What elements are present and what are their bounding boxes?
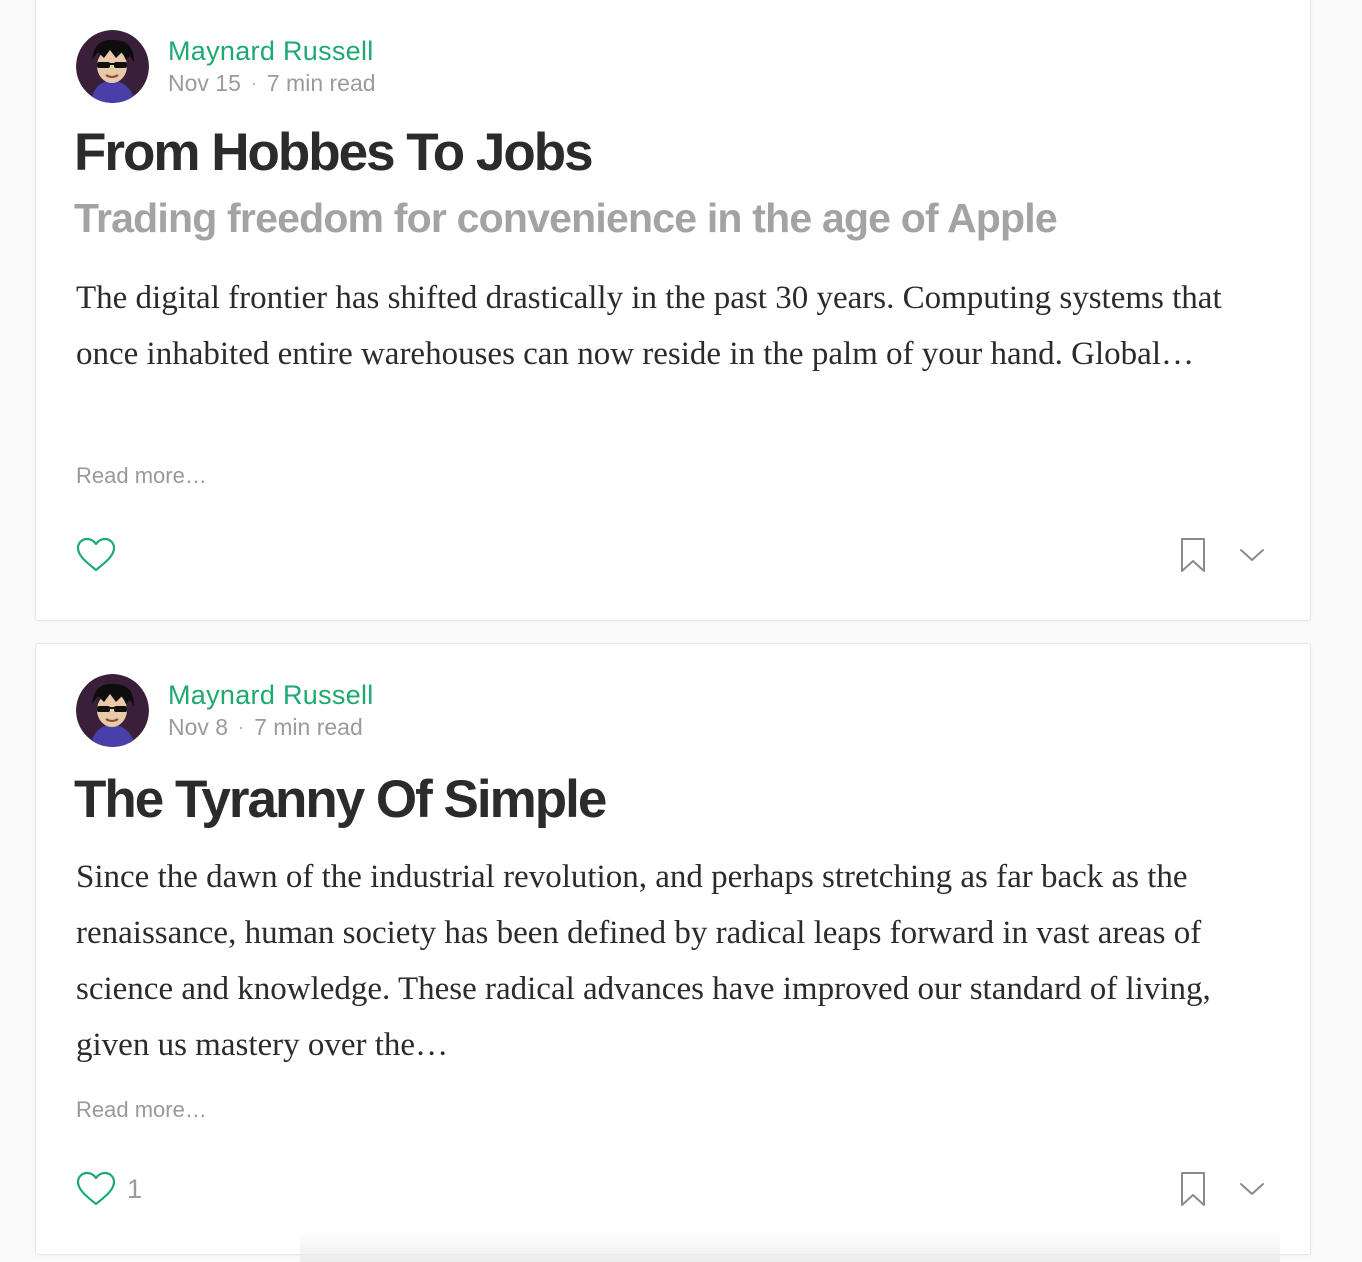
avatar[interactable] xyxy=(76,674,149,747)
read-time: 7 min read xyxy=(254,714,363,740)
heart-icon[interactable] xyxy=(76,537,116,573)
chevron-down-icon[interactable] xyxy=(1238,541,1266,569)
like-count[interactable]: 1 xyxy=(127,1174,142,1205)
bookmark-icon[interactable] xyxy=(1178,536,1208,574)
post-date[interactable]: Nov 15 xyxy=(168,68,241,98)
bookmark-icon[interactable] xyxy=(1178,1170,1208,1208)
post-subtitle[interactable]: Trading freedom for convenience in the a… xyxy=(74,193,1058,243)
right-actions xyxy=(1178,1170,1266,1208)
author-name-link[interactable]: Maynard Russell xyxy=(168,679,374,711)
post-excerpt[interactable]: Since the dawn of the industrial revolut… xyxy=(76,849,1276,1073)
post-excerpt[interactable]: The digital frontier has shifted drastic… xyxy=(76,270,1246,382)
avatar[interactable] xyxy=(76,30,149,103)
chevron-down-icon[interactable] xyxy=(1238,1175,1266,1203)
post-card: Maynard Russell Nov 8 · 7 min read The T… xyxy=(35,643,1311,1255)
read-more-link[interactable]: Read more… xyxy=(76,1097,207,1123)
post-actions: 1 xyxy=(76,1169,1266,1209)
post-title[interactable]: The Tyranny Of Simple xyxy=(74,770,607,830)
author-row: Maynard Russell Nov 8 · 7 min read xyxy=(76,674,374,747)
post-meta: Nov 8 · 7 min read xyxy=(168,712,374,742)
meta-separator: · xyxy=(250,73,257,93)
left-actions xyxy=(76,537,127,573)
post-date[interactable]: Nov 8 xyxy=(168,712,228,742)
post-card: Maynard Russell Nov 15 · 7 min read From… xyxy=(35,0,1311,621)
heart-icon[interactable] xyxy=(76,1171,116,1207)
author-meta: Maynard Russell Nov 8 · 7 min read xyxy=(168,679,374,742)
author-meta: Maynard Russell Nov 15 · 7 min read xyxy=(168,35,376,98)
read-more-link[interactable]: Read more… xyxy=(76,463,207,489)
post-meta: Nov 15 · 7 min read xyxy=(168,68,376,98)
author-row: Maynard Russell Nov 15 · 7 min read xyxy=(76,30,376,103)
right-actions xyxy=(1178,536,1266,574)
left-actions: 1 xyxy=(76,1171,142,1207)
post-title[interactable]: From Hobbes To Jobs xyxy=(74,123,594,183)
author-name-link[interactable]: Maynard Russell xyxy=(168,35,376,67)
read-time: 7 min read xyxy=(266,70,376,96)
post-actions xyxy=(76,535,1266,575)
meta-separator: · xyxy=(238,717,245,737)
